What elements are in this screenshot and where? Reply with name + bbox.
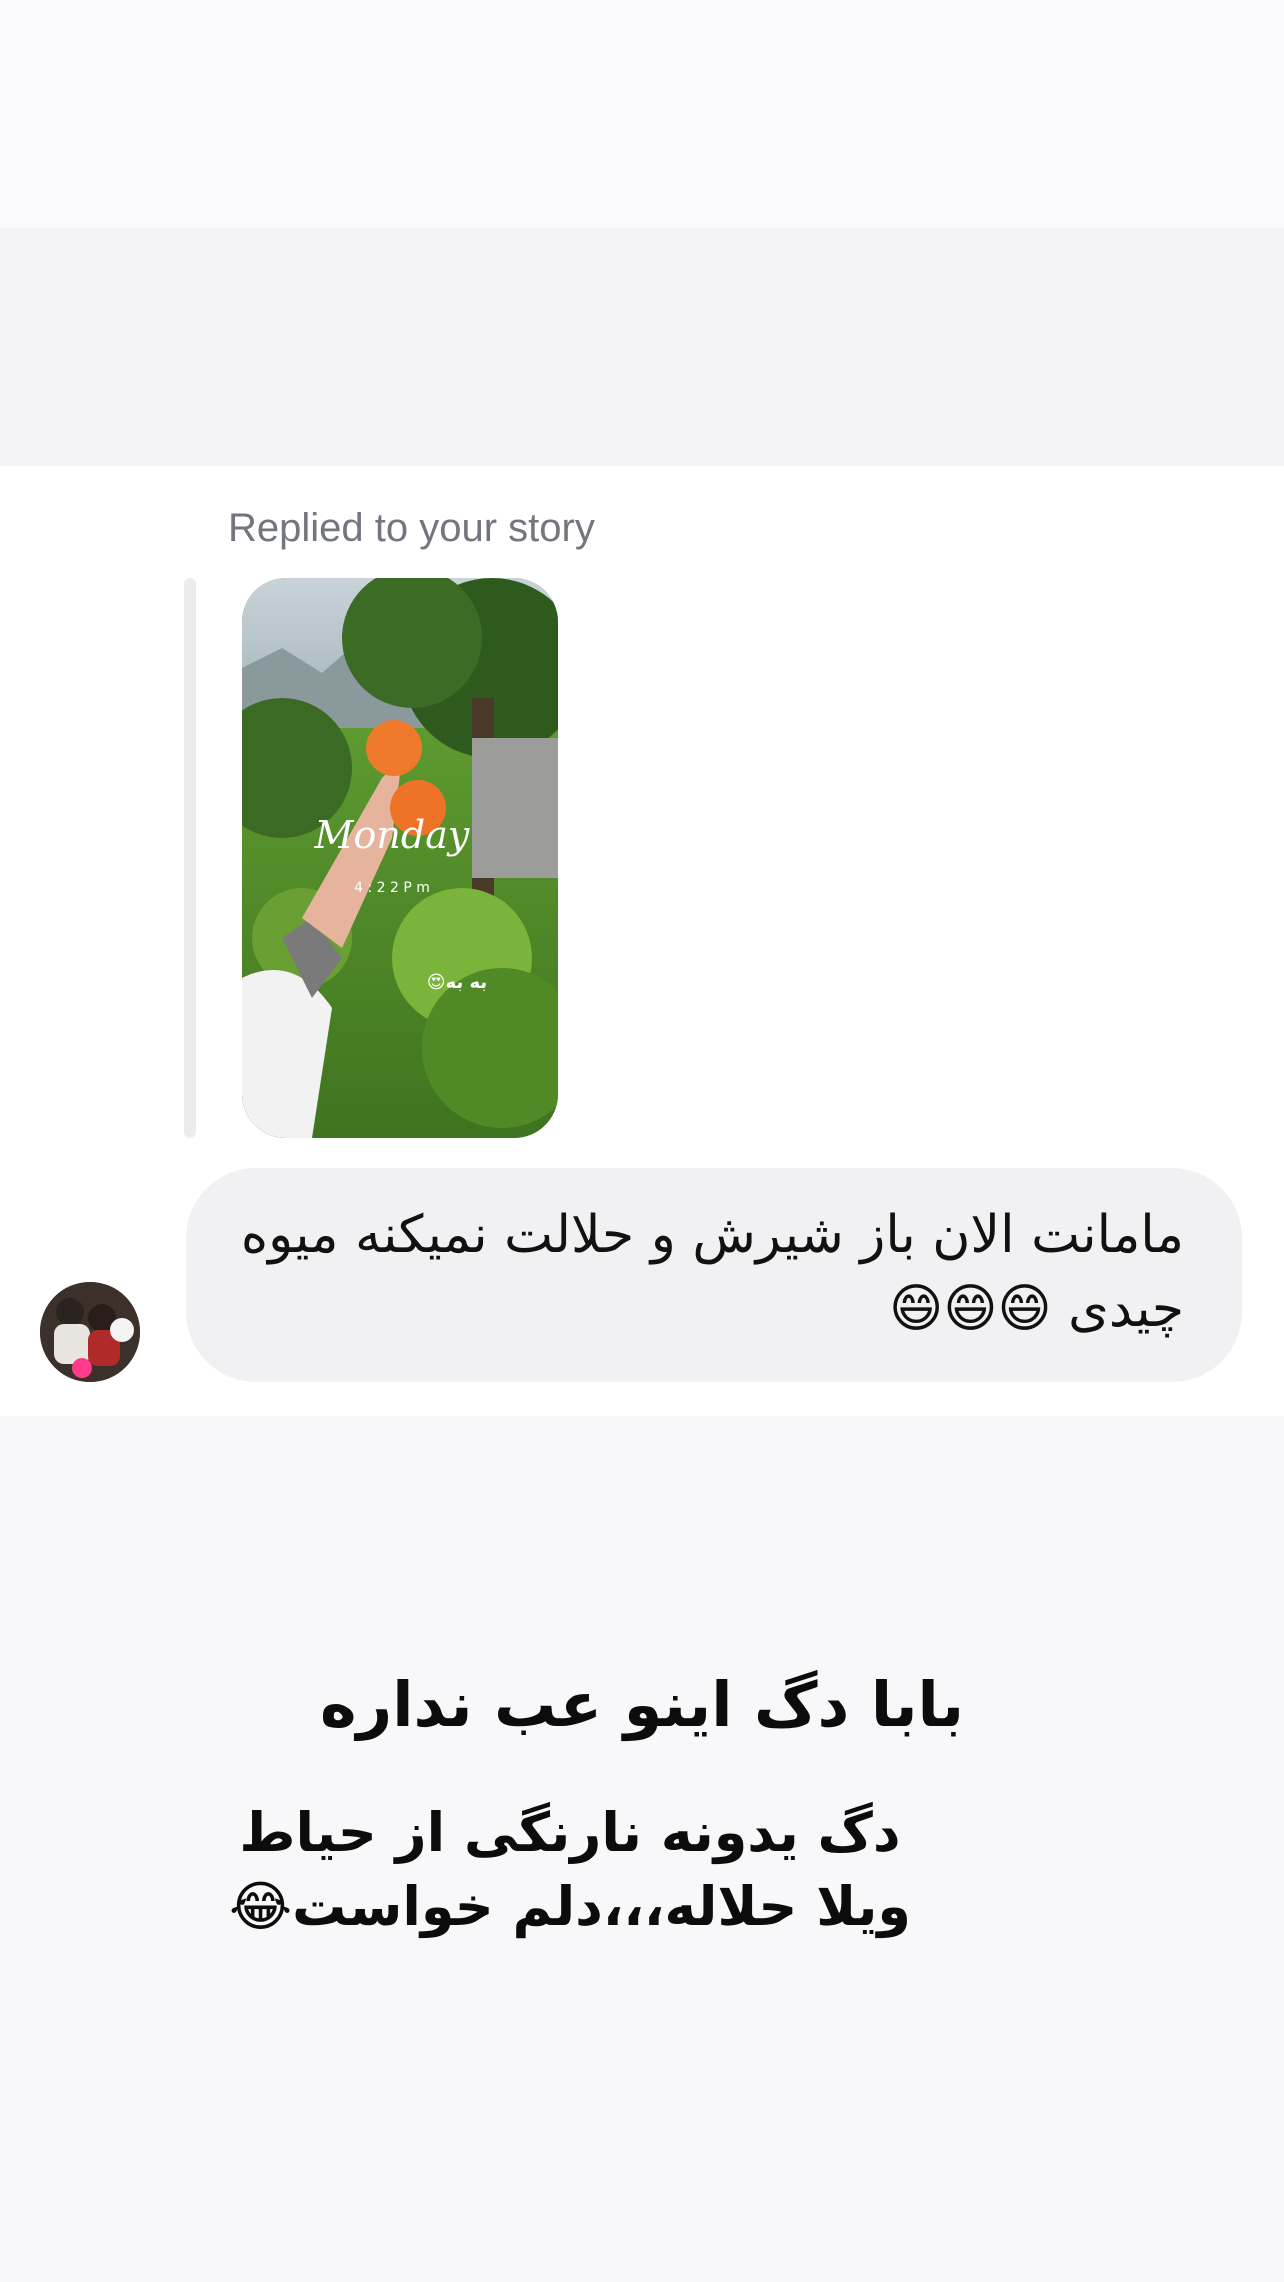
story-overlay-script: Monday	[314, 813, 470, 857]
story-overlay-sticker: به به😍	[427, 972, 487, 993]
replied-to-story-label: Replied to your story	[228, 506, 595, 550]
story-thumbnail[interactable]: Monday 4 : 2 2 P m به به😍	[242, 578, 558, 1138]
story-overlay-time: 4 : 2 2 P m	[354, 880, 430, 896]
story-caption-body: دگ یدونه نارنگی از حیاط ویلا حلاله،،،دلم…	[229, 1801, 911, 1938]
sender-avatar[interactable]	[40, 1282, 140, 1382]
message-bubble[interactable]: مامانت الان باز شیرش و حلالت نمیکنه میوه…	[186, 1168, 1242, 1382]
story-caption-title: بابا دگ اینو عب نداره	[319, 1668, 965, 1741]
message-text: مامانت الان باز شیرش و حلالت نمیکنه میوه…	[240, 1205, 1184, 1339]
avatar-image	[40, 1282, 140, 1382]
quote-bar	[184, 578, 196, 1138]
top-background-band	[0, 228, 1284, 466]
story-image: Monday 4 : 2 2 P m به به😍	[242, 578, 558, 1138]
top-background	[0, 0, 1284, 228]
